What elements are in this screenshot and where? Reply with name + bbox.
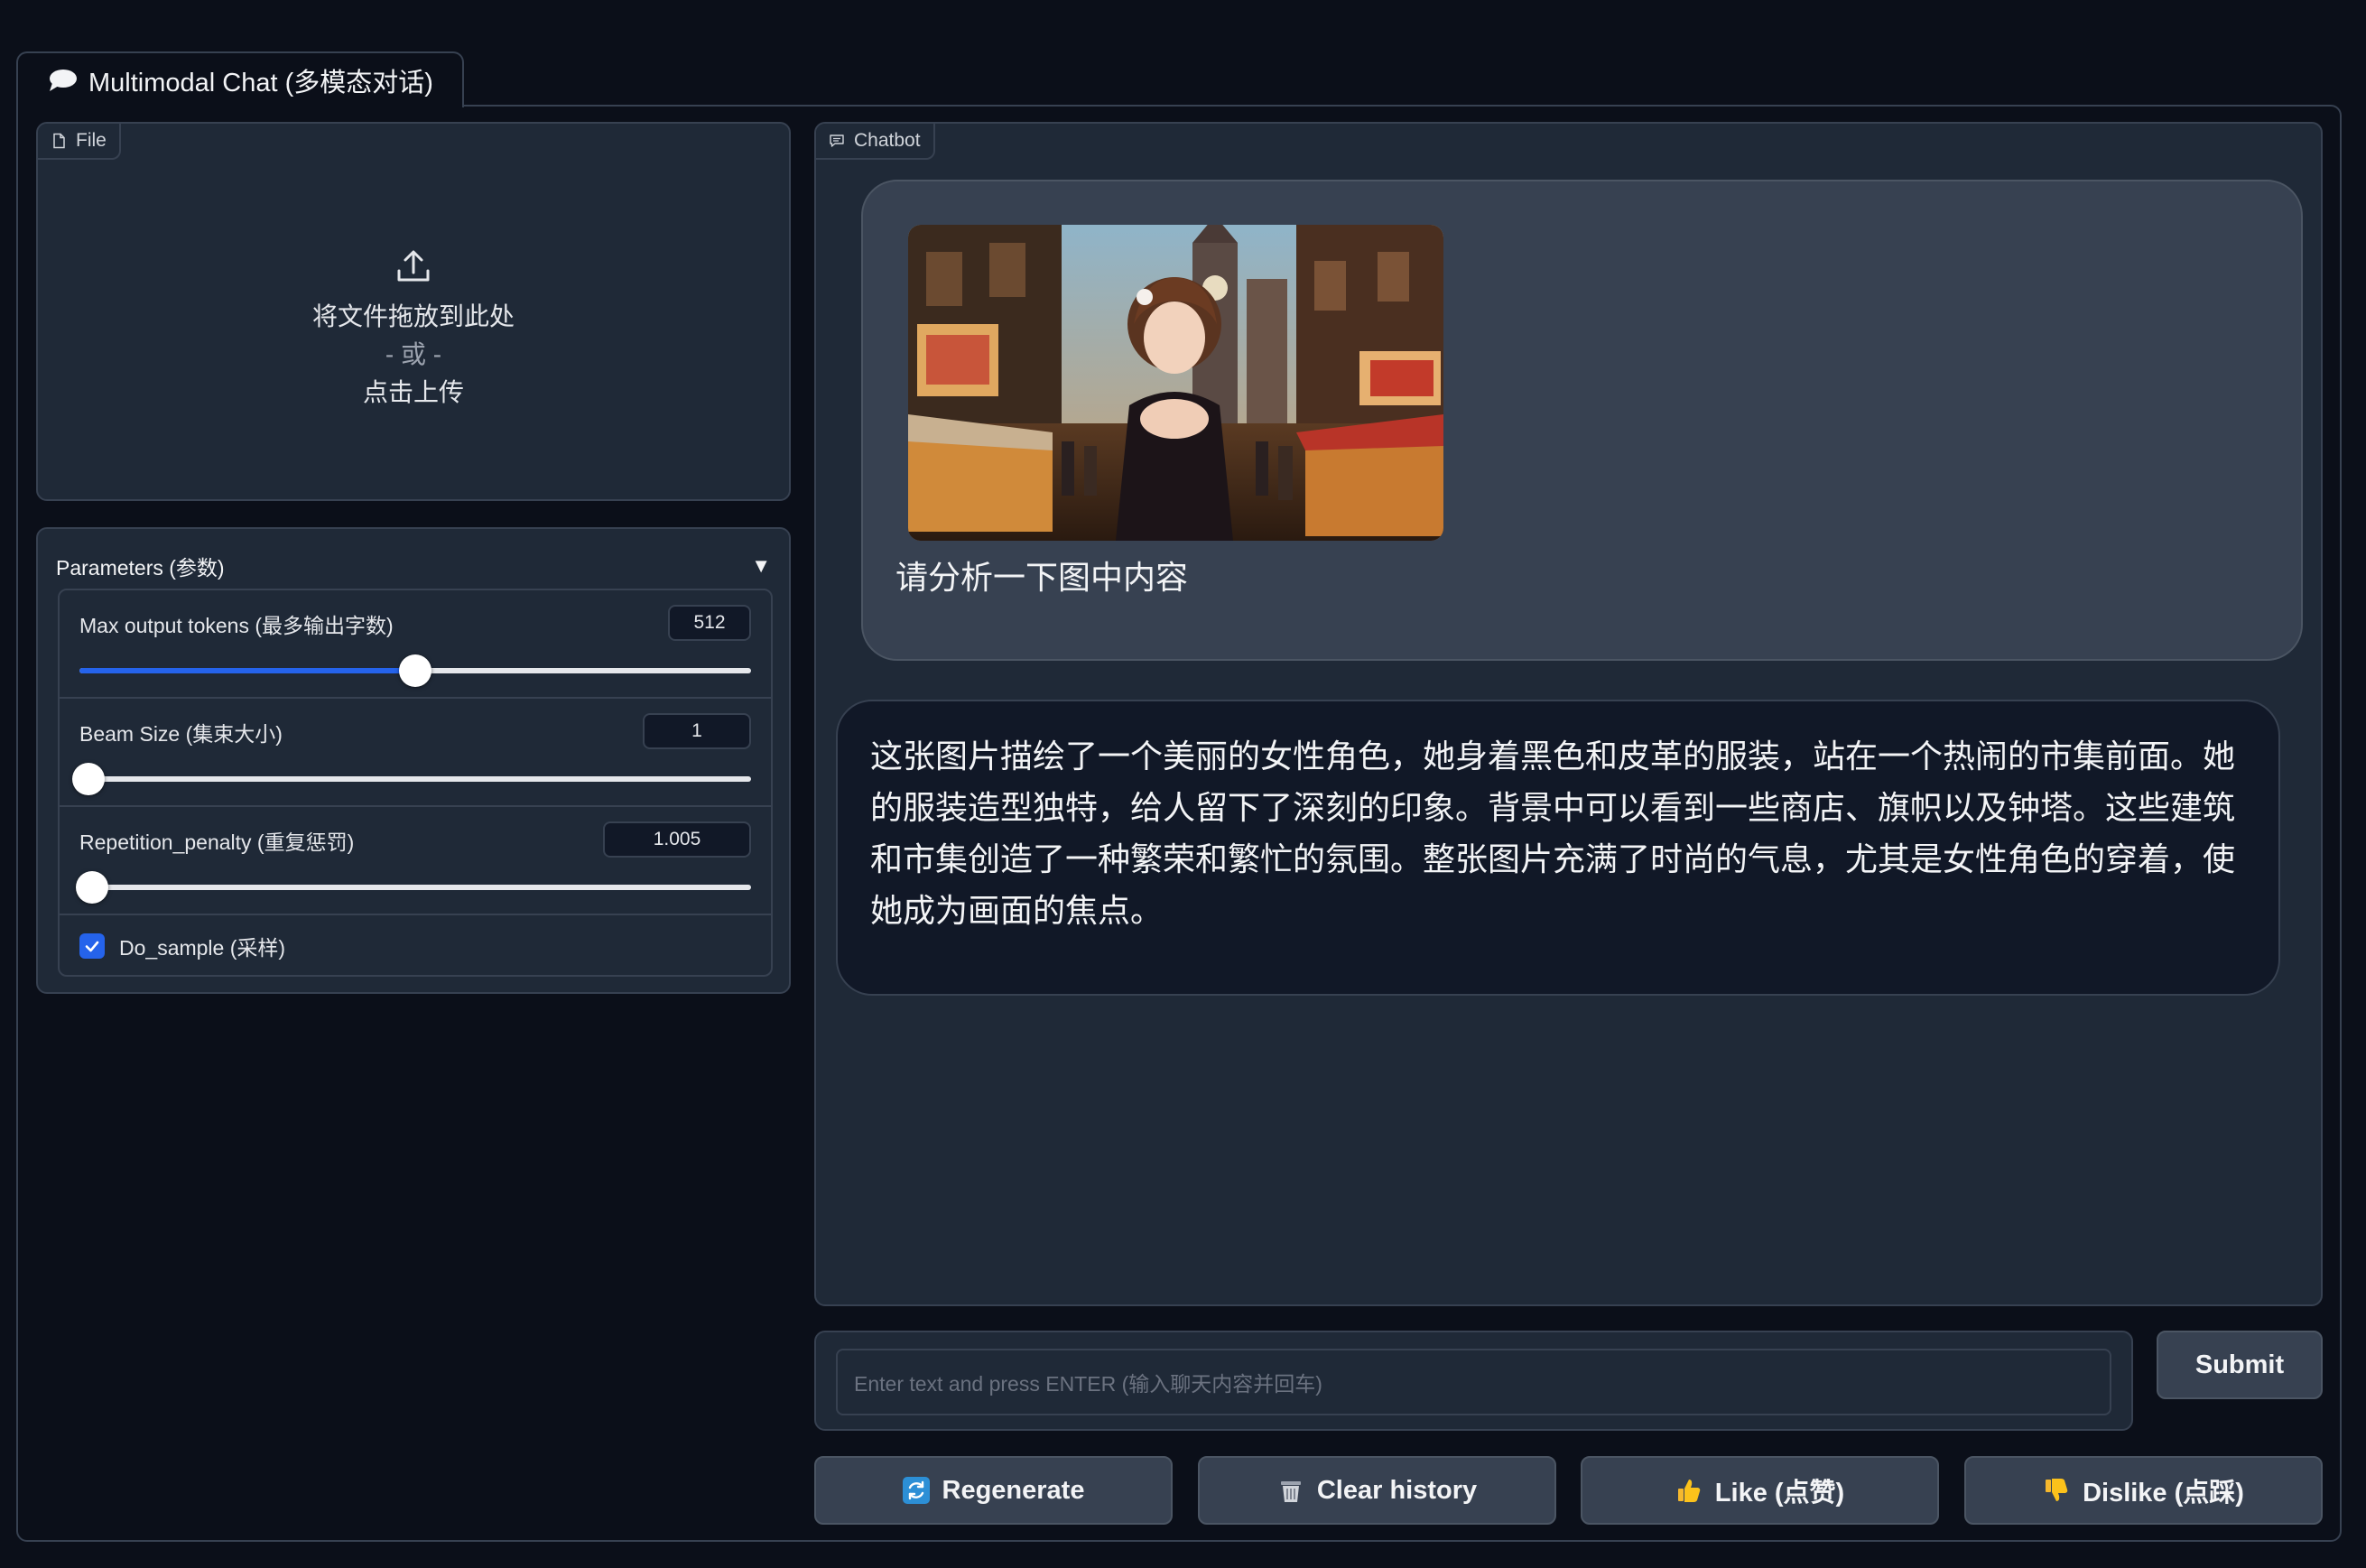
- max-tokens-slider[interactable]: [79, 654, 751, 687]
- chatbot-label-text: Chatbot: [854, 130, 921, 151]
- max-tokens-input[interactable]: 512: [668, 605, 751, 641]
- repetition-penalty-input[interactable]: 1.005: [603, 821, 751, 858]
- chat-input-block: [814, 1331, 2133, 1431]
- uploaded-image[interactable]: [908, 225, 1443, 541]
- max-tokens-label: Max output tokens (最多输出字数): [79, 614, 394, 637]
- max-tokens-slider-fill: [79, 668, 415, 673]
- drop-text: 将文件拖放到此处: [311, 302, 515, 330]
- file-icon: [53, 133, 65, 149]
- do-sample-checkbox[interactable]: [79, 933, 105, 959]
- dislike-label: Dislike (点踩): [2083, 1479, 2244, 1508]
- parameters-accordion: Parameters (参数) ▼ Max output tokens (最多输…: [36, 527, 791, 994]
- or-text: - 或 -: [385, 340, 442, 368]
- submit-button[interactable]: Submit: [2157, 1331, 2323, 1399]
- file-upload-block: File 将文件拖放到此处 - 或 - 点击上传: [36, 122, 791, 501]
- clear-history-button[interactable]: Clear history: [1198, 1456, 1556, 1525]
- refresh-icon: [902, 1477, 930, 1504]
- beam-size-slider-thumb[interactable]: [72, 763, 105, 795]
- repetition-penalty-label: Repetition_penalty (重复惩罚): [79, 830, 355, 854]
- beam-size-label: Beam Size (集束大小): [79, 722, 283, 746]
- bot-message: 这张图片描绘了一个美丽的女性角色，她身着黑色和皮革的服装，站在一个热闹的市集前面…: [836, 700, 2280, 996]
- do-sample-label: Do_sample (采样): [119, 936, 286, 960]
- user-message-text: 请分析一下图中内容: [895, 559, 1189, 596]
- like-label: Like (点赞): [1714, 1479, 1845, 1508]
- check-icon: [85, 941, 99, 952]
- like-button[interactable]: Like (点赞): [1581, 1456, 1939, 1525]
- tab-label: Multimodal Chat (多模态对话): [88, 69, 433, 97]
- file-label-text: File: [76, 130, 107, 151]
- caret-down-icon: ▼: [751, 554, 771, 577]
- market-street-illustration: [908, 225, 1443, 541]
- regenerate-button[interactable]: Regenerate: [814, 1456, 1173, 1525]
- regenerate-label: Regenerate: [942, 1475, 1085, 1505]
- clear-history-label: Clear history: [1316, 1475, 1478, 1505]
- parameters-panel: Max output tokens (最多输出字数) 512 Beam Size…: [58, 589, 773, 977]
- repetition-penalty-row: Repetition_penalty (重复惩罚) 1.005: [60, 807, 771, 915]
- beam-size-slider[interactable]: [72, 763, 751, 795]
- thumbs-down-icon: [2046, 1479, 2068, 1501]
- parameters-title: Parameters (参数): [56, 556, 225, 580]
- dislike-button[interactable]: Dislike (点踩): [1964, 1456, 2323, 1525]
- max-tokens-slider-thumb[interactable]: [399, 654, 431, 687]
- chatbot-panel: Chatbot 请分析一下图中内容 这张图片描绘了一个美丽的女性角色，她身着黑色…: [814, 122, 2323, 1306]
- speech-bubble-icon: [50, 70, 77, 91]
- thumbs-up-icon: [1677, 1480, 1701, 1502]
- file-label: File: [38, 124, 121, 160]
- click-upload-text: 点击上传: [362, 378, 464, 406]
- user-message: 请分析一下图中内容: [861, 180, 2303, 661]
- parameters-header[interactable]: Parameters (参数) ▼: [56, 543, 771, 589]
- repetition-penalty-slider[interactable]: [75, 871, 751, 904]
- beam-size-row: Beam Size (集束大小) 1: [60, 699, 771, 807]
- chatbot-label: Chatbot: [816, 124, 935, 160]
- chat-icon: [830, 135, 844, 147]
- max-tokens-row: Max output tokens (最多输出字数) 512: [60, 590, 771, 699]
- file-drop-zone[interactable]: 将文件拖放到此处 - 或 - 点击上传: [38, 160, 789, 499]
- do-sample-row: Do_sample (采样): [60, 915, 771, 975]
- repetition-penalty-slider-thumb[interactable]: [75, 871, 108, 904]
- tab-multimodal-chat[interactable]: Multimodal Chat (多模态对话): [16, 51, 464, 107]
- trash-icon: [1280, 1481, 1301, 1502]
- beam-size-input[interactable]: 1: [643, 713, 751, 749]
- upload-icon: [397, 250, 430, 282]
- chat-input[interactable]: [836, 1349, 2111, 1415]
